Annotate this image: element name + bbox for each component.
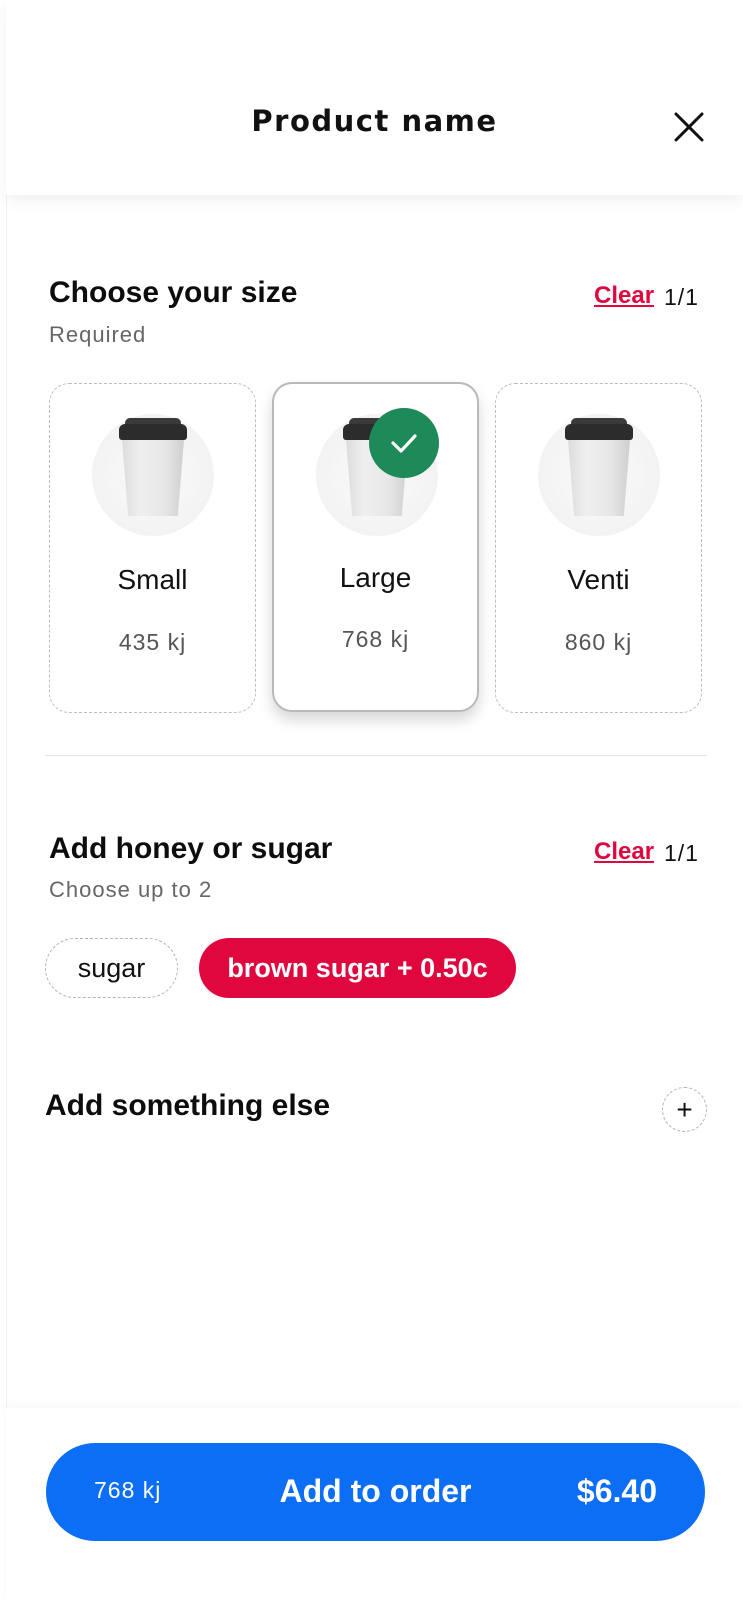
add-something-else-title: Add something else xyxy=(45,1089,331,1122)
size-section-title: Choose your size xyxy=(49,276,298,309)
check-icon xyxy=(369,408,439,478)
close-icon[interactable] xyxy=(670,108,708,146)
header: Product name xyxy=(6,0,743,195)
plus-icon[interactable]: + xyxy=(662,1087,707,1132)
size-kj: 768 kj xyxy=(341,626,410,652)
size-name: Large xyxy=(339,562,412,593)
cup-image xyxy=(92,414,214,536)
add-to-order-button[interactable]: 768 kj Add to order $6.40 xyxy=(46,1443,705,1541)
sweetener-section-subtitle: Choose up to 2 xyxy=(49,877,213,902)
screen-frame xyxy=(6,0,743,1605)
sweetener-counter: 1/1 xyxy=(664,840,699,866)
size-option-venti[interactable]: Venti 860 kj xyxy=(495,383,702,713)
option-brown-sugar[interactable]: brown sugar + 0.50c xyxy=(199,938,516,998)
sweetener-clear-link[interactable]: Clear xyxy=(594,838,654,866)
size-option-large[interactable]: Large 768 kj xyxy=(272,382,479,712)
size-option-small[interactable]: Small 435 kj xyxy=(49,383,256,713)
sweetener-section-title: Add honey or sugar xyxy=(49,832,333,865)
size-kj: 435 kj xyxy=(118,629,187,655)
order-price: $6.40 xyxy=(576,1473,657,1509)
size-name: Venti xyxy=(567,564,630,595)
size-kj: 860 kj xyxy=(564,629,633,655)
size-name: Small xyxy=(117,564,188,595)
size-counter: 1/1 xyxy=(664,284,699,310)
option-sugar[interactable]: sugar xyxy=(45,938,178,998)
size-clear-link[interactable]: Clear xyxy=(594,282,654,310)
size-section-subtitle: Required xyxy=(49,322,147,347)
cup-image xyxy=(538,414,660,536)
page-title: Product name xyxy=(251,104,498,138)
section-divider xyxy=(45,755,707,756)
